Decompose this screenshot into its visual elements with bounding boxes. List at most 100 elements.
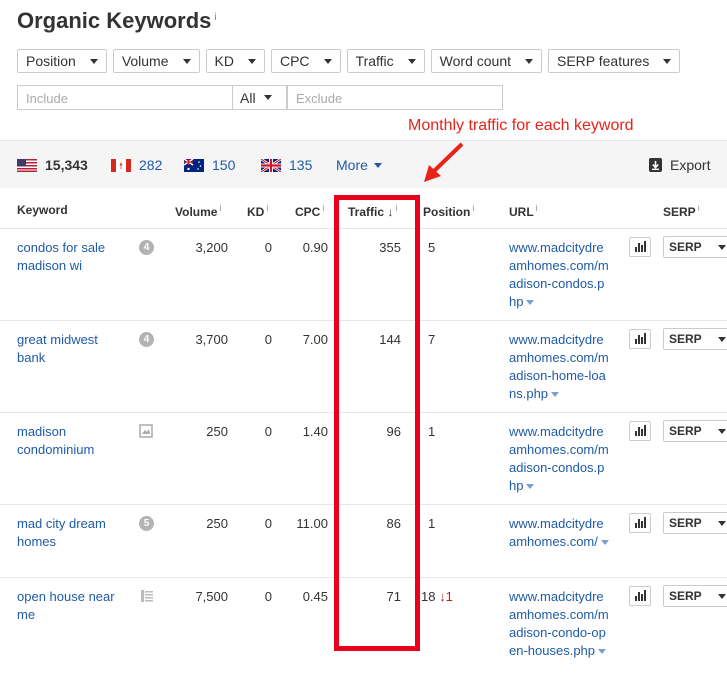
include-input[interactable]: Include bbox=[17, 85, 233, 110]
filter-kd[interactable]: KD bbox=[205, 49, 265, 73]
exclude-input[interactable]: Exclude bbox=[287, 85, 503, 110]
chevron-down-icon bbox=[182, 58, 191, 64]
volume-value: 3,200 bbox=[195, 240, 228, 255]
serp-dropdown[interactable]: SERP bbox=[663, 585, 727, 607]
chevron-down-icon bbox=[525, 58, 533, 64]
keyword-link[interactable]: mad city dream homes bbox=[17, 515, 127, 551]
serp-dropdown[interactable]: SERP bbox=[663, 420, 727, 442]
chart-icon[interactable] bbox=[629, 329, 651, 349]
filter-traffic[interactable]: Traffic bbox=[346, 49, 425, 73]
download-icon bbox=[649, 158, 662, 172]
serp-dropdown[interactable]: SERP bbox=[663, 328, 727, 350]
traffic-annotation: Monthly traffic for each keyword bbox=[408, 117, 634, 134]
info-icon: i bbox=[322, 203, 325, 213]
kd-value: 0 bbox=[264, 589, 272, 604]
chart-icon[interactable] bbox=[629, 421, 651, 441]
url-link[interactable]: www.madcitydreamhomes.com/madison-condos… bbox=[509, 239, 609, 311]
column-serp[interactable]: SERP i bbox=[663, 203, 700, 219]
position-value: 1 bbox=[428, 516, 436, 531]
chevron-down-icon[interactable] bbox=[551, 392, 560, 398]
ca-flag-icon bbox=[111, 158, 131, 172]
chevron-down-icon[interactable] bbox=[526, 300, 535, 306]
chevron-down-icon[interactable] bbox=[526, 484, 535, 490]
chart-icon[interactable] bbox=[629, 586, 651, 606]
chevron-down-icon bbox=[373, 162, 382, 168]
info-icon: i bbox=[535, 203, 538, 213]
serp-feature-count-badge: 4 bbox=[139, 332, 154, 347]
page-title: Organic Keywords i bbox=[17, 8, 217, 33]
filter-cpc[interactable]: CPC bbox=[270, 49, 341, 73]
volume-value: 7,500 bbox=[195, 589, 228, 604]
url-link[interactable]: www.madcitydreamhomes.com/madison-home-l… bbox=[509, 331, 609, 403]
keyword-link[interactable]: condos for sale madison wi bbox=[17, 239, 127, 275]
column-keyword[interactable]: Keyword bbox=[17, 203, 68, 217]
position-drop-indicator: ↓1 bbox=[439, 589, 453, 604]
chart-icon[interactable] bbox=[629, 513, 651, 533]
column-volume[interactable]: Volume i bbox=[175, 203, 221, 219]
filter-bar: Position Volume KD CPC Traffic Word coun… bbox=[17, 49, 686, 75]
list-feature-icon bbox=[141, 590, 153, 602]
chart-icon[interactable] bbox=[629, 237, 651, 257]
volume-value: 250 bbox=[206, 516, 228, 531]
chevron-down-icon bbox=[89, 58, 98, 64]
export-button[interactable]: Export bbox=[649, 157, 710, 173]
kd-value: 0 bbox=[264, 240, 272, 255]
kd-value: 0 bbox=[264, 516, 272, 531]
chevron-down-icon[interactable] bbox=[600, 540, 609, 546]
position-value: 7 bbox=[428, 332, 436, 347]
position-value: 5 bbox=[428, 240, 436, 255]
country-bar: 15,343 282 150 135 More Export bbox=[0, 140, 727, 188]
country-uk[interactable]: 135 bbox=[261, 157, 312, 173]
country-us[interactable]: 15,343 bbox=[17, 157, 88, 173]
chevron-down-icon bbox=[263, 95, 272, 100]
url-link[interactable]: www.madcitydreamhomes.com/madison-condos… bbox=[509, 423, 609, 495]
chevron-down-icon bbox=[663, 58, 672, 64]
url-link[interactable]: www.madcitydreamhomes.com/ bbox=[509, 515, 609, 551]
match-mode-select[interactable]: All bbox=[233, 85, 287, 110]
chevron-down-icon bbox=[407, 58, 416, 64]
us-flag-icon bbox=[17, 158, 37, 172]
country-au[interactable]: 150 bbox=[184, 157, 235, 173]
serp-feature-count-badge: 5 bbox=[139, 516, 154, 531]
traffic-column-highlight bbox=[334, 195, 420, 651]
chevron-down-icon bbox=[718, 337, 726, 342]
image-pack-icon bbox=[139, 424, 153, 438]
country-ca[interactable]: 282 bbox=[111, 157, 162, 173]
info-icon: i bbox=[219, 203, 222, 213]
cpc-value: 11.00 bbox=[296, 516, 328, 531]
kd-value: 0 bbox=[264, 424, 272, 439]
au-flag-icon bbox=[184, 158, 204, 172]
cpc-value: 7.00 bbox=[302, 332, 328, 347]
url-link[interactable]: www.madcitydreamhomes.com/madison-condo-… bbox=[509, 588, 609, 660]
column-cpc[interactable]: CPC i bbox=[295, 203, 324, 219]
column-url[interactable]: URL i bbox=[509, 203, 538, 219]
chevron-down-icon[interactable] bbox=[598, 649, 607, 655]
chevron-down-icon bbox=[323, 58, 332, 64]
info-icon: i bbox=[697, 203, 700, 213]
annotation-arrow-icon bbox=[424, 142, 464, 182]
chevron-down-icon bbox=[718, 429, 726, 434]
uk-flag-icon bbox=[261, 158, 281, 172]
serp-dropdown[interactable]: SERP bbox=[663, 512, 727, 534]
chevron-down-icon bbox=[718, 521, 726, 526]
keyword-link[interactable]: madison condominium bbox=[17, 423, 127, 459]
chevron-down-icon bbox=[718, 245, 726, 250]
serp-dropdown[interactable]: SERP bbox=[663, 236, 727, 258]
volume-value: 250 bbox=[206, 424, 228, 439]
column-position[interactable]: Position i bbox=[423, 203, 474, 219]
cpc-value: 0.45 bbox=[302, 589, 328, 604]
keyword-link[interactable]: great midwest bank bbox=[17, 331, 127, 367]
filter-position[interactable]: Position bbox=[17, 49, 107, 73]
filter-word-count[interactable]: Word count bbox=[430, 49, 542, 73]
keyword-link[interactable]: open house near me bbox=[17, 588, 127, 624]
filter-serp-features[interactable]: SERP features bbox=[548, 49, 681, 73]
more-countries-button[interactable]: More bbox=[336, 157, 382, 173]
position-value: 18 ↓1 bbox=[421, 589, 453, 604]
info-icon[interactable]: i bbox=[214, 12, 216, 23]
chevron-down-icon bbox=[247, 58, 256, 64]
cpc-value: 0.90 bbox=[302, 240, 328, 255]
volume-value: 3,700 bbox=[195, 332, 228, 347]
serp-feature-count-badge: 4 bbox=[139, 240, 154, 255]
filter-volume[interactable]: Volume bbox=[112, 49, 200, 73]
column-kd[interactable]: KD i bbox=[247, 203, 268, 219]
